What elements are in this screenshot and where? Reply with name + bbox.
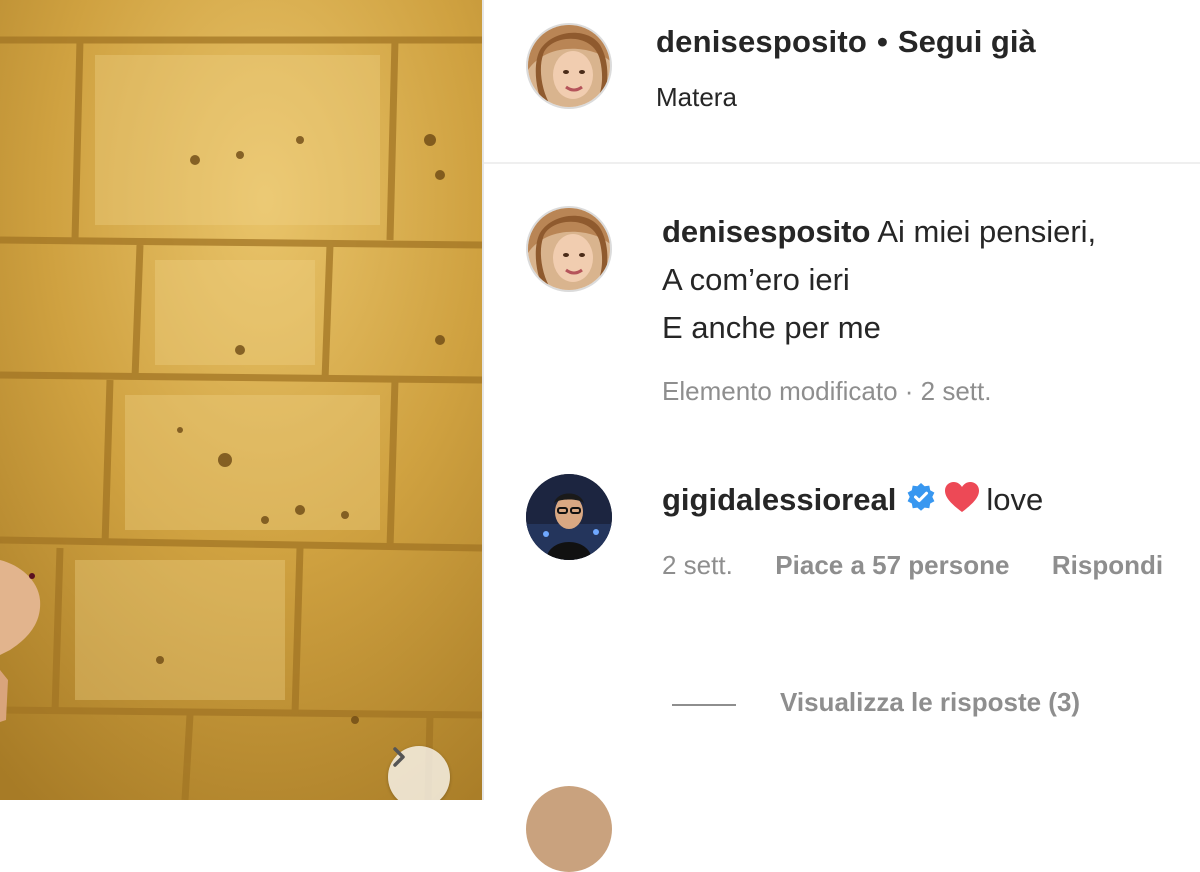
author-username[interactable]: denisesposito <box>656 24 867 59</box>
caption-username[interactable]: denisesposito <box>662 214 870 249</box>
comment-likes[interactable]: Piace a 57 persone <box>775 550 1009 580</box>
author-line: denisesposito • Segui già <box>656 24 1036 60</box>
caption-first-line: denisesposito Ai miei pensieri, <box>662 208 1096 256</box>
post-sidebar: denisesposito • Segui già Matera denisespo… <box>484 0 1200 872</box>
caption-text-line: Ai miei pensieri, <box>877 214 1097 249</box>
post-header: denisesposito • Segui già Matera <box>484 0 1200 164</box>
comment-body: gigidalessioreal love <box>662 480 1043 523</box>
comment-text: love <box>986 482 1044 517</box>
verified-badge-icon <box>906 482 936 522</box>
commenter-avatar[interactable] <box>526 474 612 560</box>
stone-wall-image <box>0 0 482 800</box>
caption-meta: Elemento modificato · 2 sett. <box>662 376 992 406</box>
caption-text-line: A com’ero ieri <box>662 262 850 297</box>
view-replies-button[interactable]: Visualizza le risposte (3) <box>780 687 1080 718</box>
commenter-username[interactable]: gigidalessioreal <box>662 482 896 517</box>
caption-avatar[interactable] <box>526 206 612 292</box>
heart-icon <box>944 481 980 523</box>
comment-time[interactable]: 2 sett. <box>662 550 733 580</box>
post-location[interactable]: Matera <box>656 82 737 113</box>
caption-text-line: E anche per me <box>662 310 881 345</box>
separator-dot: • <box>877 24 888 59</box>
caption-body: denisesposito Ai miei pensieri, A com’er… <box>662 208 1096 352</box>
follow-button[interactable]: Segui già <box>898 24 1036 59</box>
comment-meta: 2 sett. Piace a 57 persone Rispondi <box>662 550 1163 581</box>
replies-divider-line <box>672 704 736 706</box>
carousel-next-button[interactable] <box>388 746 450 800</box>
next-commenter-avatar[interactable] <box>526 786 612 872</box>
reply-button[interactable]: Rispondi <box>1052 550 1163 580</box>
author-avatar[interactable] <box>526 23 612 109</box>
post-photo[interactable] <box>0 0 482 800</box>
